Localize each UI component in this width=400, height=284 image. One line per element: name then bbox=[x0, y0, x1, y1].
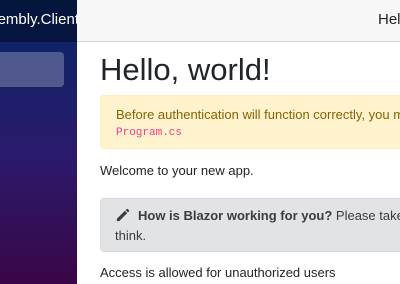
sidebar-item-home[interactable] bbox=[0, 52, 64, 87]
survey-line-2: think. bbox=[115, 228, 147, 243]
top-row: Hello bbox=[77, 0, 400, 42]
sidebar: embly.Client bbox=[0, 0, 77, 284]
brand-link[interactable]: embly.Client bbox=[0, 11, 77, 28]
pencil-icon bbox=[115, 208, 130, 223]
survey-text: Please take our bbox=[335, 208, 400, 223]
survey-line-1: How is Blazor working for you? Please ta… bbox=[138, 208, 400, 223]
welcome-text: Welcome to your new app. bbox=[100, 163, 254, 178]
survey-question: How is Blazor working for you? bbox=[138, 208, 333, 223]
alert-code: Program.cs bbox=[116, 127, 183, 139]
main-content: Hello, world! Before authentication will… bbox=[100, 42, 400, 284]
hello-link[interactable]: Hello bbox=[378, 11, 400, 28]
alert-text: Before authentication will function corr… bbox=[116, 107, 400, 122]
page-title: Hello, world! bbox=[100, 52, 271, 87]
brand-bar: embly.Client bbox=[0, 0, 77, 42]
survey-prompt: How is Blazor working for you? Please ta… bbox=[100, 198, 400, 252]
auth-warning-alert: Before authentication will function corr… bbox=[100, 95, 400, 149]
access-text: Access is allowed for unauthorized users bbox=[100, 265, 336, 280]
